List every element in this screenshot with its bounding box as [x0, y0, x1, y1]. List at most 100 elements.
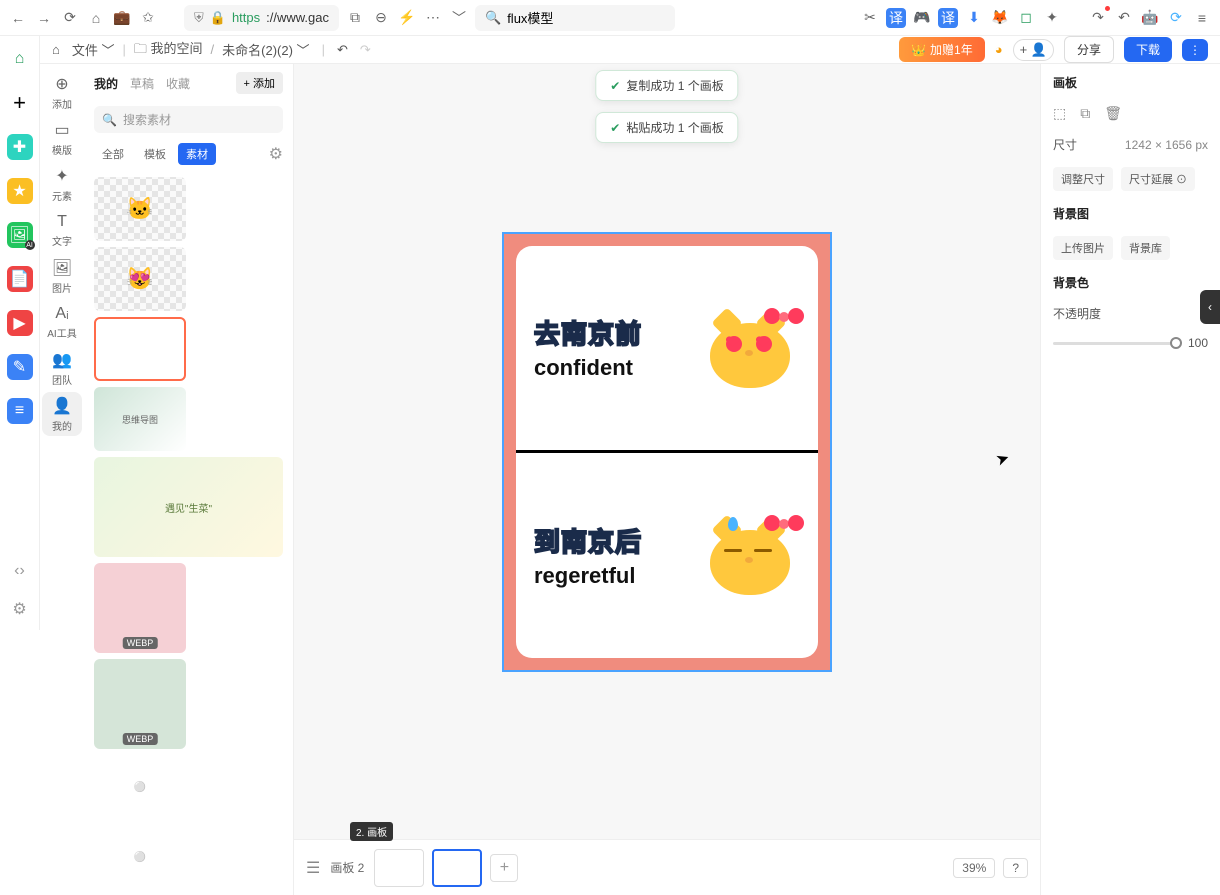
home-crumb-icon[interactable]: ⌂	[52, 42, 60, 57]
page-thumb-1[interactable]	[374, 849, 424, 887]
star-icon[interactable]: ✩	[138, 8, 158, 28]
asset-thumb[interactable]: ⚪	[94, 825, 186, 889]
opacity-slider[interactable]	[1053, 342, 1182, 345]
ai-icon[interactable]: 🤖	[1140, 8, 1160, 28]
tool-mine[interactable]: 👤我的	[42, 392, 82, 436]
rail-app6-icon[interactable]: ✎	[7, 354, 33, 380]
undo-icon[interactable]: ↶	[1114, 8, 1134, 28]
page-thumb-2[interactable]	[432, 849, 482, 887]
chevron-down-icon[interactable]: ﹀	[449, 8, 469, 28]
chip-template[interactable]: 模板	[136, 143, 174, 165]
menu-icon[interactable]: ≡	[1192, 8, 1212, 28]
help-button[interactable]: ?	[1003, 858, 1028, 878]
add-collaborator-button[interactable]: + 👤	[1013, 39, 1054, 61]
briefcase-icon[interactable]: 💼	[112, 8, 132, 28]
chip-asset[interactable]: 素材	[178, 143, 216, 165]
workspace-crumb[interactable]: 🗀 我的空间	[134, 38, 203, 62]
puzzle-icon[interactable]: ✦	[1042, 8, 1062, 28]
asset-add-button[interactable]: + 添加	[236, 72, 283, 94]
share-button[interactable]: 分享	[1064, 36, 1114, 63]
zoom-level[interactable]: 39%	[953, 858, 995, 878]
rail-app1-icon[interactable]: ✚	[7, 134, 33, 160]
asset-thumb[interactable]: 思维导图	[94, 387, 186, 451]
canvas[interactable]: ✔复制成功 1 个画板 ✔粘贴成功 1 个画板 去南京前 confident	[294, 64, 1040, 839]
rail-app7-icon[interactable]: ≡	[7, 398, 33, 424]
bottom-cn-text[interactable]: 到南京后	[534, 522, 642, 559]
rail-home-icon[interactable]: ⌂	[7, 46, 33, 72]
rail-plus-icon[interactable]: +	[7, 90, 33, 116]
back-icon[interactable]: ←	[8, 8, 28, 28]
top-cn-text[interactable]: 去南京前	[534, 314, 642, 351]
clock-icon[interactable]: ◕	[995, 42, 1003, 57]
download-button[interactable]: 下载	[1124, 37, 1172, 62]
asset-thumb[interactable]: ⚪	[94, 755, 186, 819]
upgrade-button[interactable]: 👑 加赠1年	[899, 37, 985, 62]
redo-dot-icon[interactable]: ↷	[1088, 8, 1108, 28]
copy-url-icon[interactable]: ⧉	[345, 8, 365, 28]
tool-element[interactable]: ✦元素	[42, 162, 82, 206]
prop-align-icon[interactable]: ⬚	[1053, 105, 1066, 122]
rail-nav-icon[interactable]: ‹›	[7, 558, 33, 584]
reload-icon[interactable]: ⟳	[60, 8, 80, 28]
rail-app3-icon[interactable]: 🖼AI	[7, 222, 33, 248]
asset-thumb[interactable]: WEBP	[94, 659, 186, 749]
bg-library-button[interactable]: 背景库	[1121, 236, 1170, 260]
rail-app4-icon[interactable]: 📄	[7, 266, 33, 292]
asset-search[interactable]: 🔍 搜索素材	[94, 106, 283, 133]
bottom-en-text[interactable]: regeretful	[534, 563, 642, 589]
url-bar[interactable]: ⛨ 🔒 https ://www.gac	[184, 5, 339, 31]
tool-team[interactable]: 👥团队	[42, 346, 82, 390]
tool-template[interactable]: ▭模版	[42, 116, 82, 160]
flash-icon[interactable]: ⚡	[397, 8, 417, 28]
kitty-love-icon[interactable]	[710, 308, 800, 388]
asset-thumb[interactable]: 🐱	[94, 177, 186, 241]
browser-search[interactable]: 🔍 flux模型	[475, 5, 675, 31]
prop-copy-icon[interactable]: ⧉	[1080, 105, 1090, 122]
tool-image[interactable]: 🖼图片	[42, 254, 82, 298]
scissors-icon[interactable]: ✂	[860, 8, 880, 28]
edge-collapse-tab[interactable]: ‹	[1200, 290, 1220, 324]
asset-tab-fav[interactable]: 收藏	[166, 75, 190, 92]
zoom-out-icon[interactable]: ⊖	[371, 8, 391, 28]
filter-icon[interactable]: ⚙	[269, 144, 283, 164]
asset-thumb[interactable]: 😻	[94, 247, 186, 311]
shiba-icon[interactable]: 🦊	[990, 8, 1010, 28]
forward-icon[interactable]: →	[34, 8, 54, 28]
tool-text[interactable]: T文字	[42, 208, 82, 252]
add-page-button[interactable]: +	[490, 854, 518, 882]
rail-settings-icon[interactable]: ⚙	[7, 596, 33, 622]
game-icon[interactable]: 🎮	[912, 8, 932, 28]
home-icon[interactable]: ⌂	[86, 8, 106, 28]
more-button[interactable]: ⋮	[1182, 39, 1208, 61]
adjust-size-button[interactable]: 调整尺寸	[1053, 167, 1113, 191]
artboard[interactable]: 去南京前 confident	[502, 232, 832, 672]
undo-button[interactable]: ↶	[337, 42, 348, 58]
doc-name[interactable]: 未命名(2)(2) ﹀	[222, 40, 309, 59]
asset-thumb[interactable]: 遇见"生菜"	[94, 457, 283, 557]
layers-icon[interactable]: ☰	[306, 858, 320, 878]
kitty-sad-icon[interactable]	[710, 515, 800, 595]
chip-all[interactable]: 全部	[94, 143, 132, 165]
asset-tab-mine[interactable]: 我的	[94, 75, 118, 92]
top-en-text[interactable]: confident	[534, 355, 642, 381]
pocket-icon[interactable]: ◻	[1016, 8, 1036, 28]
asset-thumb[interactable]: WEBP	[94, 563, 186, 653]
tool-ai[interactable]: AᵢAI工具	[42, 300, 82, 344]
file-menu[interactable]: 文件 ﹀	[72, 40, 115, 59]
prop-delete-icon[interactable]: 🗑	[1104, 105, 1122, 122]
upload-bg-button[interactable]: 上传图片	[1053, 236, 1113, 260]
translate-icon[interactable]: 译	[886, 8, 906, 28]
tool-add[interactable]: ⊕添加	[42, 70, 82, 114]
extend-size-button[interactable]: 尺寸延展 ⊙	[1121, 167, 1195, 191]
translate2-icon[interactable]: 译	[938, 8, 958, 28]
redo-button[interactable]: ↷	[360, 42, 371, 58]
rail-app5-icon[interactable]: ▶	[7, 310, 33, 336]
pages-label: 画板 2	[330, 859, 364, 876]
rail-app2-icon[interactable]: ★	[7, 178, 33, 204]
asset-tab-draft[interactable]: 草稿	[130, 75, 154, 92]
browser-toolbar: ← → ⟳ ⌂ 💼 ✩ ⛨ 🔒 https ://www.gac ⧉ ⊖ ⚡ ⋯…	[0, 0, 1220, 36]
cloud-icon[interactable]: ⟳	[1166, 8, 1186, 28]
asset-thumb[interactable]	[94, 317, 186, 381]
more-icon[interactable]: ⋯	[423, 8, 443, 28]
download-icon[interactable]: ⬇	[964, 8, 984, 28]
